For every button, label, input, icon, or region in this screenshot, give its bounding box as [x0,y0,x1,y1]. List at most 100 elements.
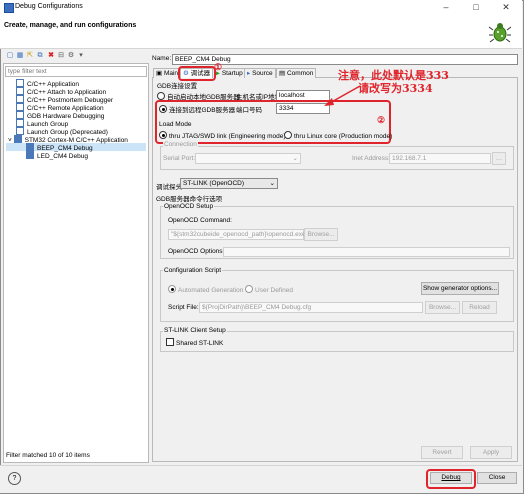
duplicate-icon[interactable]: ⧉ [36,52,44,60]
config-type-icon [16,119,24,127]
dialog-header: Create, manage, and run configurations [0,15,522,49]
config-script-label: Configuration Script [163,267,223,274]
minimize-icon[interactable]: – [432,1,460,14]
config-type-icon [16,95,24,103]
user-defined-radio[interactable]: User Defined [245,285,293,294]
probe-label: 调试探头 [156,184,182,191]
name-label: Name: [152,55,172,62]
config-type-icon [13,135,22,143]
close-icon[interactable]: ✕ [492,1,520,14]
probe-select[interactable]: ST-LINK (OpenOCD) ⌄ [180,178,278,189]
app-icon [4,3,14,13]
annotation-note-2: 请改写为3334 [358,82,433,95]
tab-common[interactable]: ▤ Common [276,68,317,78]
inet-field: 192.168.7.1 [389,153,491,164]
script-file-field: ${ProjDirPath}\BEEP_CM4 Debug.cfg [199,302,423,313]
serial-port-label: Serial Port: [163,155,196,162]
openocd-setup-label: OpenOCD Setup [163,203,215,210]
tree-item[interactable]: C/C++ Attach to Application [6,87,146,96]
inet-label: Inet Address: [352,155,390,162]
tab-main[interactable]: ▣ Main [153,68,182,78]
auto-gen-label: Automated Generation [178,287,244,294]
debug-bug-icon [488,23,512,43]
annotation-arrow-icon [324,85,361,106]
filter-status: Filter matched 10 of 10 items [6,452,90,459]
shared-stlink-checkbox[interactable]: Shared ST-LINK [166,338,223,347]
openocd-cmd-label: OpenOCD Command: [168,217,232,224]
help-icon[interactable]: ? [8,472,21,485]
serial-port-select: ⌄ [195,153,301,164]
chevron-down-icon: ⌄ [269,180,275,187]
jtag-radio[interactable]: thru JTAG/SWD link (Engineering mode) [159,131,286,140]
tab-source[interactable]: ▸ Source [244,68,276,78]
script-file-label: Script File: [168,304,199,311]
window-title: Debug Configurations [15,3,83,10]
debug-button[interactable]: Debug [430,472,472,484]
config-type-icon [16,79,24,87]
linux-radio[interactable]: thru Linux core (Production mode) [284,131,392,140]
tab-startup-label: Startup [221,70,243,77]
tree-item[interactable]: Launch Group [6,119,146,128]
name-field[interactable]: BEEP_CM4 Debug [172,54,518,65]
new-config-icon[interactable]: ▢ [6,52,14,60]
marker-1: ① [214,63,223,73]
jtag-radio-label: thru JTAG/SWD link (Engineering mode) [169,133,286,140]
tree-item[interactable]: GDB Hardware Debugging [6,111,146,120]
config-type-icon [16,111,24,119]
delete-icon[interactable]: ✖ [47,52,55,60]
openocd-browse-button: Browse... [304,228,338,241]
openocd-options-field[interactable] [223,247,510,257]
connection-label: Connection [163,141,198,148]
user-defined-radio-icon [245,285,253,293]
title-bar: Debug Configurations – □ ✕ [0,0,522,15]
config-type-icon [16,87,24,95]
gdb-connection-label: GDB连接设置 [157,83,198,90]
config-tree: C/C++ Application C/C++ Attach to Applica… [6,79,146,160]
stlink-setup-label: ST-LINK Client Setup [163,327,227,334]
local-radio-icon [157,92,165,100]
maximize-icon[interactable]: □ [462,1,490,14]
tree-item[interactable]: C/C++ Application [6,79,146,88]
shared-stlink-label: Shared ST-LINK [176,340,224,347]
gdb-cmd-group-label: GDB服务器命令行选项 [156,196,223,203]
revert-button[interactable]: Revert [421,446,463,459]
probe-value: ST-LINK (OpenOCD) [183,180,245,187]
openocd-cmd-field: "${stm32cubeide_openocd_path}\openocd.ex… [168,229,308,240]
auto-gen-radio-icon [168,285,176,293]
remote-radio-icon [159,105,167,113]
highlight-debugger-tab [178,66,216,81]
tree-item[interactable]: C/C++ Remote Application [6,103,146,112]
jtag-radio-icon [159,131,167,139]
tab-source-label: Source [252,70,273,77]
config-type-icon [26,151,34,159]
linux-radio-icon [284,131,292,139]
show-generator-options-button[interactable]: Show generator options... [421,282,499,295]
tree-item-label: LED_CM4 Debug [37,153,88,160]
openocd-options-label: OpenOCD Options : [168,248,227,255]
config-script-group [160,270,514,322]
load-mode-label: Load Mode [159,121,192,128]
apply-button[interactable]: Apply [470,446,512,459]
filter-input[interactable]: type filter text [5,66,147,77]
new-prototype-icon[interactable]: ▦ [16,52,24,60]
user-defined-label: User Defined [255,287,293,294]
remote-gdb-radio[interactable]: 连接到远程GDB服务器 [159,104,235,114]
collapse-all-icon[interactable]: ⊟ [57,52,65,60]
close-button[interactable]: Close [477,472,517,484]
filter-icon[interactable]: ⚙ [67,52,75,60]
filter-dropdown-icon[interactable]: ▾ [77,52,85,60]
header-title: Create, manage, and run configurations [4,22,137,29]
config-type-icon [16,103,24,111]
reload-button: Reload [462,301,497,314]
config-type-icon [16,127,24,135]
auto-gen-radio[interactable]: Automated Generation [168,285,243,294]
inet-lookup-button: … [492,152,506,165]
tree-item[interactable]: LED_CM4 Debug [6,151,146,160]
config-type-icon [26,143,34,151]
export-icon[interactable]: ⇱ [26,52,34,60]
tree-item[interactable]: BEEP_CM4 Debug [6,143,146,152]
tree-item[interactable]: C/C++ Postmortem Debugger [6,95,146,104]
tree-item[interactable]: ˅ STM32 Cortex-M C/C++ Application [6,135,146,144]
tree-item[interactable]: Launch Group (Deprecated) [6,127,146,136]
script-browse-button: Browse... [425,301,460,314]
